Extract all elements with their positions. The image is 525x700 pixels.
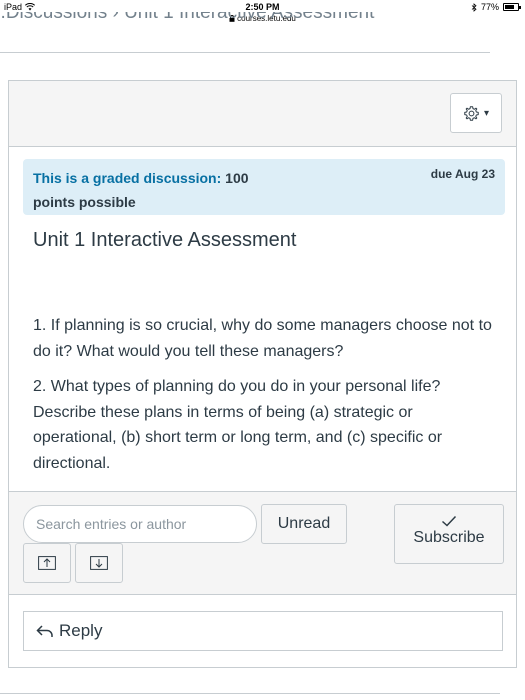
gear-icon <box>464 105 479 121</box>
reply-arrow-icon <box>36 625 53 637</box>
expand-icon <box>38 556 56 570</box>
discussion-title: Unit 1 Interactive Assessment <box>33 229 297 251</box>
battery-fill <box>505 5 515 9</box>
message-paragraph: 2. What types of planning do you do in y… <box>33 378 443 472</box>
entries-toolbar: Unread Subscribe <box>9 491 516 595</box>
unread-label: Unread <box>277 515 331 532</box>
due-date: due Aug 23 <box>430 167 495 181</box>
graded-label: This is a graded discussion: <box>33 170 222 186</box>
reply-label: Reply <box>59 621 103 640</box>
battery-icon <box>503 3 521 11</box>
settings-menu-button[interactable]: ▾ <box>450 93 502 133</box>
collapse-icon <box>90 556 108 570</box>
graded-discussion-banner: This is a graded discussion: 100 points … <box>23 159 505 215</box>
battery-percent: 77% <box>480 2 499 12</box>
unread-filter-button[interactable]: Unread <box>261 504 347 544</box>
discussion-toolbar: ▾ <box>9 81 516 147</box>
bottom-divider <box>0 693 500 694</box>
bluetooth-icon <box>471 2 477 12</box>
chevron-down-icon: ▾ <box>483 107 490 119</box>
discussion-card: ▾ This is a graded discussion: 100 point… <box>8 80 517 668</box>
subscribe-button[interactable]: Subscribe <box>394 504 504 564</box>
expand-all-button[interactable] <box>23 543 71 583</box>
search-entries-input[interactable] <box>23 505 257 543</box>
discussion-message: 1. If planning is so crucial, why do som… <box>33 313 493 486</box>
graded-info: This is a graded discussion: 100 points … <box>33 166 293 214</box>
breadcrumb-divider <box>0 52 490 53</box>
collapse-all-button[interactable] <box>75 543 123 583</box>
breadcrumb-text[interactable]: ...Discussions › Unit 1 Interactive Asse… <box>0 12 374 23</box>
breadcrumb[interactable]: ...Discussions › Unit 1 Interactive Asse… <box>0 12 525 26</box>
status-right: 77% <box>471 2 521 12</box>
checkmark-icon <box>442 515 457 527</box>
reply-button[interactable]: Reply <box>23 611 503 651</box>
subscribe-label: Subscribe <box>413 529 485 546</box>
message-paragraph: 1. If planning is so crucial, why do som… <box>33 317 492 360</box>
